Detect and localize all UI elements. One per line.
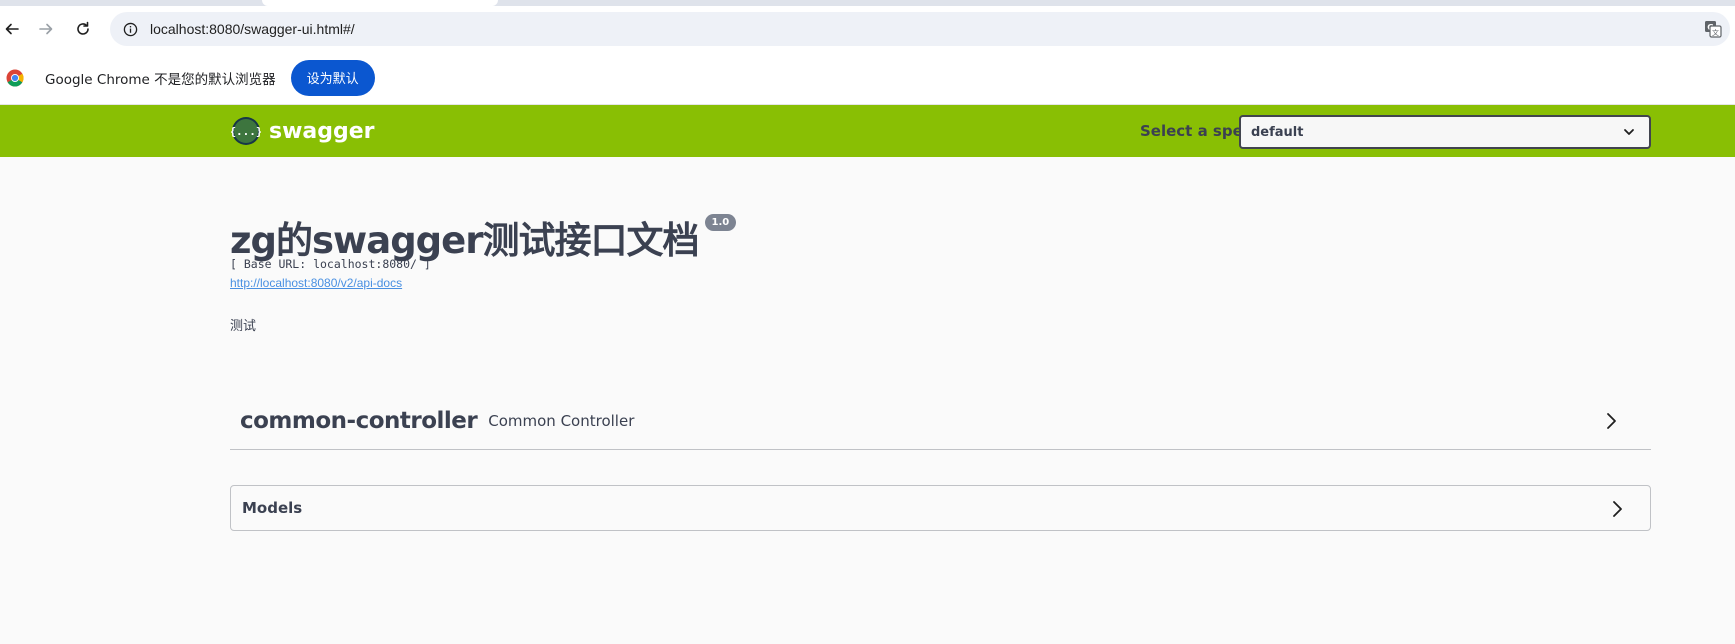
svg-text:{...}: {...} (231, 125, 261, 138)
logo-text: swagger (269, 118, 375, 144)
chevron-right-icon[interactable] (1607, 499, 1627, 519)
spec-label: Select a spec (1140, 122, 1252, 140)
translate-icon[interactable]: G 文 (1704, 20, 1722, 38)
api-docs-link[interactable]: http://localhost:8080/v2/api-docs (230, 276, 402, 290)
svg-text:文: 文 (1712, 28, 1719, 37)
swagger-logo[interactable]: {...} swagger (231, 116, 375, 146)
api-title: zg的swagger测试接口文档 1.0 (230, 210, 737, 264)
tag-name: common-controller (240, 407, 478, 434)
infobar-message: Google Chrome 不是您的默认浏览器 (45, 71, 276, 88)
api-title-text: zg的swagger测试接口文档 (230, 219, 700, 262)
set-default-button[interactable]: 设为默认 (290, 59, 375, 96)
chevron-right-icon[interactable] (1601, 411, 1621, 431)
reload-button[interactable] (71, 17, 95, 41)
chevron-down-icon (1624, 129, 1634, 135)
spec-select[interactable]: default (1239, 115, 1651, 149)
browser-toolbar: localhost:8080/swagger-ui.html#/ G 文 (0, 6, 1735, 51)
tag-description: Common Controller (488, 411, 635, 430)
tag-common-controller[interactable]: common-controller Common Controller (230, 392, 1651, 450)
address-bar[interactable]: localhost:8080/swagger-ui.html#/ G 文 (110, 12, 1730, 46)
back-button[interactable] (0, 17, 24, 41)
chrome-logo-icon (6, 69, 24, 86)
site-info-icon[interactable] (122, 21, 138, 37)
url-text: localhost:8080/swagger-ui.html#/ (150, 21, 355, 37)
version-badge: 1.0 (704, 214, 737, 231)
forward-arrow-icon (39, 23, 53, 35)
spec-select-value: default (1251, 124, 1304, 140)
models-section[interactable]: Models (230, 485, 1651, 531)
swagger-topbar: {...} swagger Select a spec default (0, 105, 1735, 157)
swagger-logo-icon: {...} (231, 117, 261, 145)
reload-icon (77, 21, 89, 35)
default-browser-infobar: Google Chrome 不是您的默认浏览器 设为默认 (0, 51, 1735, 105)
back-arrow-icon (5, 23, 19, 35)
forward-button[interactable] (34, 17, 58, 41)
api-description: 测试 (230, 319, 257, 334)
base-url: [ Base URL: localhost:8080/ ] (230, 257, 431, 271)
models-title: Models (242, 499, 303, 517)
